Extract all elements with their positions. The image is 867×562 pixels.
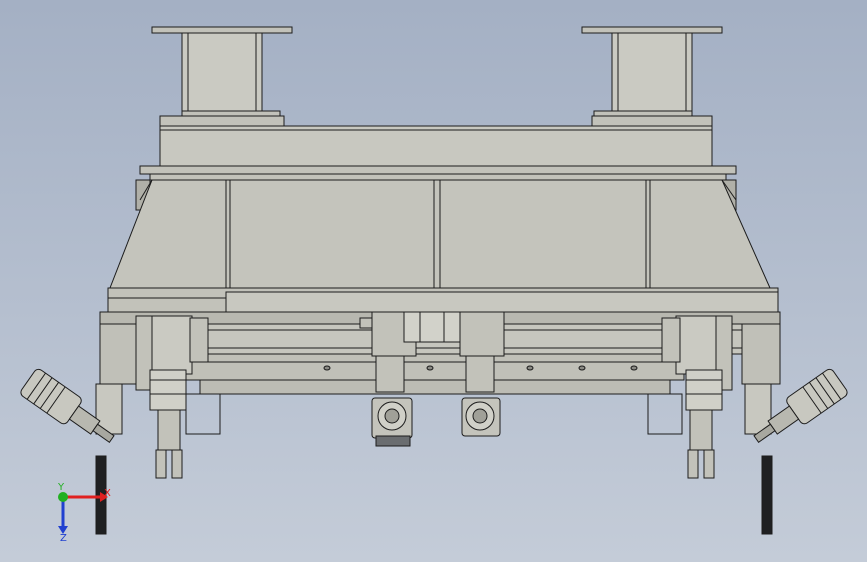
- triad-y-axis: [58, 492, 68, 502]
- right-vertical-rod: [761, 455, 773, 535]
- right-center-motor: [461, 397, 501, 437]
- triad-x-label: X: [104, 488, 111, 499]
- triad-z-label: Z: [60, 533, 67, 544]
- triad-y-label: Y: [57, 482, 65, 493]
- left-center-motor: [371, 397, 413, 447]
- right-mounting-post: [581, 26, 723, 117]
- gripper-assembly-model: [20, 26, 848, 535]
- left-mounting-post: [151, 26, 293, 117]
- left-gripper-module: [95, 315, 221, 479]
- main-housing: [107, 179, 779, 313]
- right-gripper-module: [647, 315, 781, 479]
- cad-viewport[interactable]: X Y Z: [0, 0, 867, 562]
